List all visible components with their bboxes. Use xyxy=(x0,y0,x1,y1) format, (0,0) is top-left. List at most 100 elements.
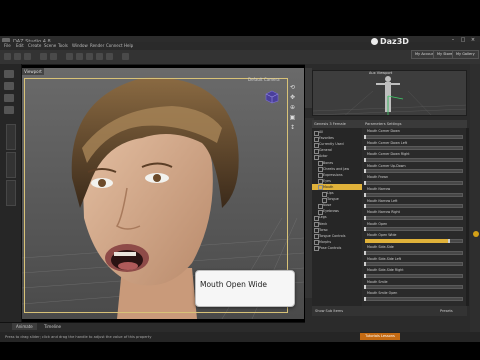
presets-button[interactable]: Presets xyxy=(440,307,453,315)
slider-handle[interactable] xyxy=(364,273,366,278)
slider-handle[interactable] xyxy=(364,204,366,209)
property-slider[interactable] xyxy=(365,192,463,197)
tree-item[interactable]: Favorites xyxy=(319,135,334,141)
tree-item[interactable]: Torso xyxy=(319,227,328,233)
tree-item[interactable]: Lips xyxy=(327,190,334,196)
close-icon[interactable]: × xyxy=(468,37,478,43)
slider-handle[interactable] xyxy=(364,250,366,255)
orbit-icon[interactable]: ⟲ xyxy=(288,84,297,92)
tree-item[interactable]: Tongue xyxy=(327,196,339,202)
tree-item[interactable]: Pose Controls xyxy=(319,245,341,251)
tree-item[interactable]: Eyebrows xyxy=(323,208,339,214)
pane-indicator-icon[interactable] xyxy=(473,231,479,237)
render-icon[interactable] xyxy=(122,53,129,60)
property-list-scrollbar[interactable] xyxy=(466,128,469,306)
redo-icon[interactable] xyxy=(50,53,57,60)
slider-handle[interactable] xyxy=(364,169,366,174)
undo-icon[interactable] xyxy=(40,53,47,60)
node-selector[interactable]: Genesis 3 Female xyxy=(314,120,346,128)
parameters-tab[interactable]: Parameters Settings xyxy=(365,120,401,128)
property-slider[interactable] xyxy=(365,157,463,162)
property-slider[interactable] xyxy=(365,250,463,255)
pan-icon[interactable]: ✥ xyxy=(288,94,297,102)
dolly-icon[interactable]: ↕ xyxy=(288,124,297,132)
tree-item[interactable]: Expressions xyxy=(323,172,343,178)
pane-icon[interactable] xyxy=(4,70,14,78)
viewport-tab[interactable]: Viewport xyxy=(22,68,44,75)
my-gallery-button[interactable]: My Gallery xyxy=(452,50,479,59)
slider-handle[interactable] xyxy=(364,285,366,290)
menu-scene[interactable]: Scene xyxy=(44,42,56,50)
tree-item[interactable]: General xyxy=(319,147,332,153)
property-slider[interactable] xyxy=(365,169,463,174)
tab-timeline[interactable]: Timeline xyxy=(40,323,65,330)
menu-window[interactable]: Window xyxy=(72,42,88,50)
content-library-tab[interactable] xyxy=(6,152,16,178)
aux-viewport-label[interactable]: Aux Viewport xyxy=(369,71,392,76)
menu-connect[interactable]: Connect xyxy=(106,42,123,50)
property-slider[interactable] xyxy=(365,204,463,209)
tree-item[interactable]: All xyxy=(319,129,323,135)
property-slider[interactable] xyxy=(365,227,463,232)
menu-file[interactable]: File xyxy=(4,42,11,50)
aux-viewport-tab[interactable] xyxy=(305,68,312,108)
tree-item[interactable]: Eyes xyxy=(323,178,331,184)
smart-content-tab[interactable] xyxy=(6,124,16,150)
slider-handle[interactable] xyxy=(364,262,366,267)
translate-tool-icon[interactable] xyxy=(96,53,103,60)
tree-item[interactable]: Legs xyxy=(319,214,327,220)
tree-item[interactable]: Cheeks and Jaw xyxy=(323,166,349,172)
slider-handle[interactable] xyxy=(364,192,366,197)
menu-edit[interactable]: Edit xyxy=(16,42,24,50)
maximize-icon[interactable]: □ xyxy=(458,37,468,43)
menu-create[interactable]: Create xyxy=(28,42,41,50)
tab-animate[interactable]: Animate xyxy=(12,323,37,330)
tree-item[interactable]: Morphs xyxy=(319,239,331,245)
pane-icon[interactable] xyxy=(4,94,14,102)
slider-handle[interactable] xyxy=(364,157,366,162)
slider-handle[interactable] xyxy=(364,146,366,151)
slider-handle[interactable] xyxy=(364,227,366,232)
tree-item[interactable]: Currently Used xyxy=(319,141,344,147)
pane-icon[interactable] xyxy=(4,82,14,90)
slider-handle[interactable] xyxy=(364,296,366,301)
slider-handle[interactable] xyxy=(448,238,451,243)
pane-icon[interactable] xyxy=(4,106,14,114)
property-slider[interactable] xyxy=(365,134,463,139)
tree-item[interactable]: Actor xyxy=(319,153,328,159)
minimize-icon[interactable]: – xyxy=(448,37,458,43)
universal-tool-icon[interactable] xyxy=(76,53,83,60)
menu-render[interactable]: Render xyxy=(90,42,104,50)
frame-icon[interactable]: ▣ xyxy=(288,114,297,122)
slider-handle[interactable] xyxy=(364,215,366,220)
tree-item[interactable]: Neck xyxy=(319,221,327,227)
property-slider[interactable] xyxy=(365,180,463,185)
slider-handle[interactable] xyxy=(364,180,366,185)
rotate-tool-icon[interactable] xyxy=(86,53,93,60)
property-slider[interactable] xyxy=(365,285,463,290)
slider-handle[interactable] xyxy=(364,134,366,139)
property-slider[interactable] xyxy=(365,296,463,301)
tree-item[interactable]: Nose xyxy=(323,202,331,208)
save-icon[interactable] xyxy=(24,53,31,60)
new-scene-icon[interactable] xyxy=(4,53,11,60)
property-slider[interactable] xyxy=(365,146,463,151)
select-tool-icon[interactable] xyxy=(66,53,73,60)
property-slider[interactable] xyxy=(365,215,463,220)
property-slider[interactable] xyxy=(365,262,463,267)
open-icon[interactable] xyxy=(14,53,21,60)
menu-help[interactable]: Help xyxy=(124,42,133,50)
scale-tool-icon[interactable] xyxy=(106,53,113,60)
scene-tab[interactable] xyxy=(6,180,16,206)
tree-item[interactable]: Bones xyxy=(323,160,333,166)
show-sub-items-checkbox[interactable]: Show Sub Items xyxy=(315,307,343,315)
camera-selector[interactable]: Default Camera xyxy=(248,77,280,83)
view-cube-icon[interactable] xyxy=(265,90,279,104)
property-slider[interactable] xyxy=(365,273,463,278)
aux-viewport[interactable] xyxy=(312,70,467,116)
menu-tools[interactable]: Tools xyxy=(58,42,68,50)
tree-item[interactable]: Mouth xyxy=(323,184,333,190)
lessons-button[interactable]: Tutorials Lessons xyxy=(360,333,400,340)
zoom-icon[interactable]: ⊕ xyxy=(288,104,297,112)
tree-item[interactable]: Tongue Controls xyxy=(319,233,345,239)
